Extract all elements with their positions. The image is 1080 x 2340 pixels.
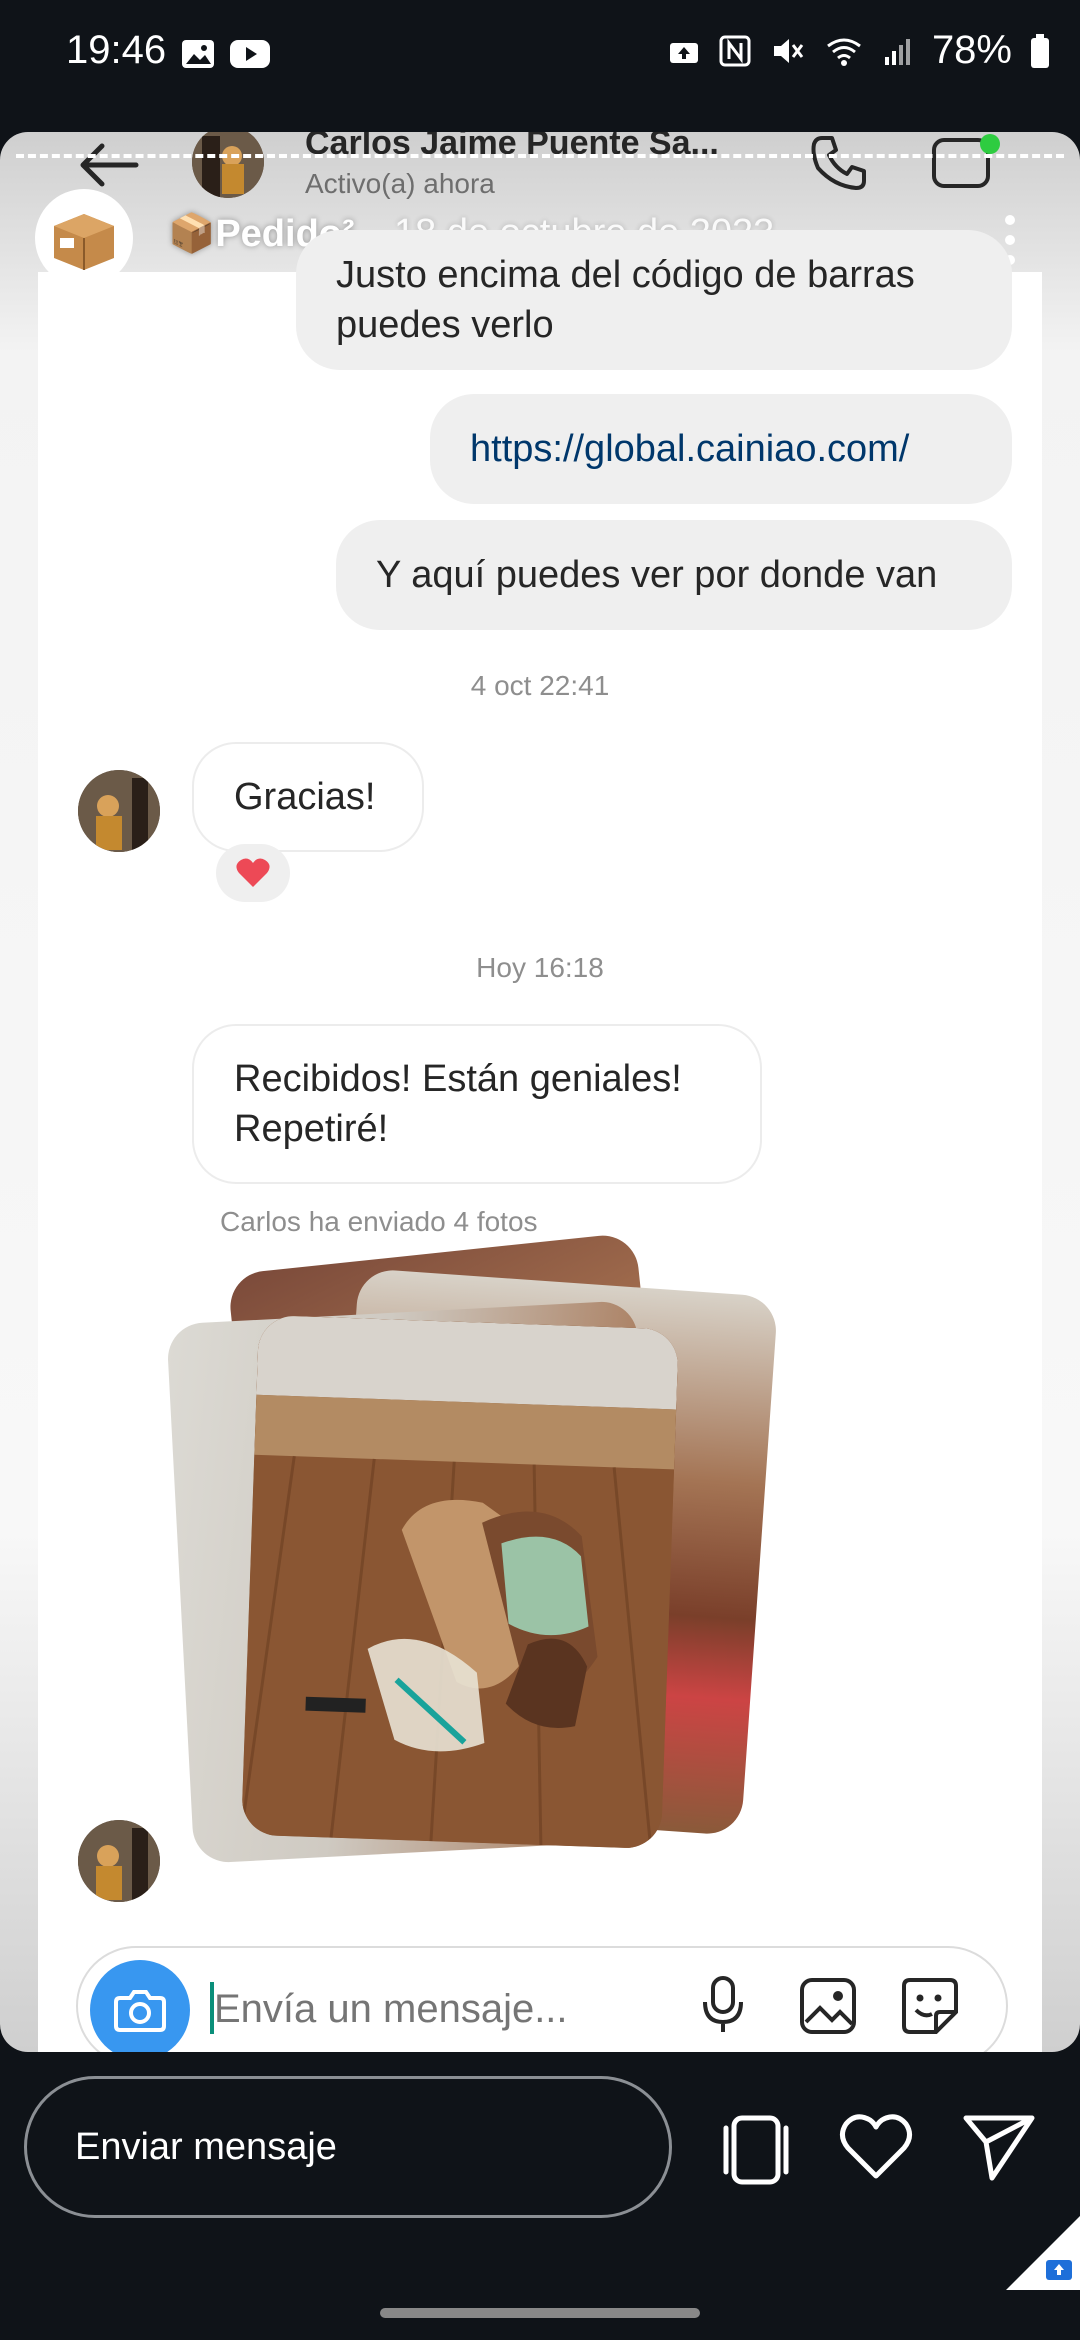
contact-name: Carlos Jaime Puente Sa... <box>305 132 719 162</box>
battery-percent: 78% <box>931 28 1012 72</box>
status-bar: 19:46 78% <box>0 0 1080 80</box>
message-incoming: Gracias! <box>192 742 424 852</box>
message-input[interactable] <box>212 1980 686 2038</box>
floating-corner-icon[interactable] <box>1006 2216 1080 2290</box>
nfc-icon <box>719 35 751 66</box>
message-link[interactable]: https://global.cainiao.com/ <box>470 428 909 470</box>
video-call-icon <box>932 134 1000 188</box>
youtube-icon <box>230 40 270 68</box>
story-reply-input[interactable]: Enviar mensaje <box>24 2076 672 2218</box>
photo-front[interactable] <box>241 1314 679 1850</box>
message-outgoing: Justo encima del código de barras puedes… <box>296 230 1012 370</box>
reply-placeholder: Enviar mensaje <box>75 2125 337 2168</box>
gallery-icon[interactable] <box>798 1976 858 2036</box>
message-timestamp: 4 oct 22:41 <box>470 670 610 701</box>
gallery-icon <box>182 40 214 68</box>
home-indicator[interactable] <box>380 2308 700 2318</box>
signal-icon <box>884 38 910 65</box>
heart-like-icon[interactable] <box>838 2112 914 2182</box>
camera-button[interactable] <box>90 1960 190 2052</box>
heart-reaction-icon <box>236 858 270 887</box>
story-owner-avatar[interactable] <box>38 192 130 284</box>
wifi-icon <box>827 38 861 66</box>
sticker-icon[interactable] <box>900 1976 960 2036</box>
sender-avatar <box>78 1820 160 1902</box>
reaction-heart[interactable] <box>216 844 290 902</box>
phone-icon <box>811 136 866 190</box>
upload-icon <box>669 42 698 63</box>
status-time: 19:46 <box>66 28 167 72</box>
message-text: Y aquí puedes ver por donde van <box>376 554 938 596</box>
message-text-line: Justo encima del código de barras <box>336 254 915 296</box>
battery-icon <box>1031 33 1049 68</box>
back-arrow-icon <box>80 143 139 187</box>
sender-avatar <box>78 770 160 852</box>
message-incoming: Recibidos! Están geniales! Repetiré! <box>192 1024 762 1184</box>
message-text: Gracias! <box>234 776 376 818</box>
message-text-line: puedes verlo <box>336 304 554 346</box>
microphone-icon[interactable] <box>700 1974 746 2036</box>
message-text-line: Repetiré! <box>234 1108 389 1150</box>
contact-status: Activo(a) ahora <box>305 168 495 199</box>
story-frame-icon[interactable] <box>718 2112 794 2188</box>
photos-caption: Carlos ha enviado 4 fotos <box>220 1206 538 1237</box>
contact-avatar <box>192 132 264 198</box>
message-outgoing-link[interactable]: https://global.cainiao.com/ <box>430 394 1012 504</box>
message-outgoing: Y aquí puedes ver por donde van <box>336 520 1012 630</box>
message-text-line: Recibidos! Están geniales! <box>234 1058 682 1100</box>
send-icon[interactable] <box>962 2112 1038 2184</box>
camera-icon <box>114 1990 166 2032</box>
story-card[interactable]: Carlos Jaime Puente Sa... Activo(a) ahor… <box>0 132 1080 2052</box>
photo-stack[interactable] <box>166 1232 790 1864</box>
message-timestamp: Hoy 16:18 <box>476 952 604 983</box>
story-progress <box>16 154 1064 158</box>
mute-icon <box>773 38 804 63</box>
